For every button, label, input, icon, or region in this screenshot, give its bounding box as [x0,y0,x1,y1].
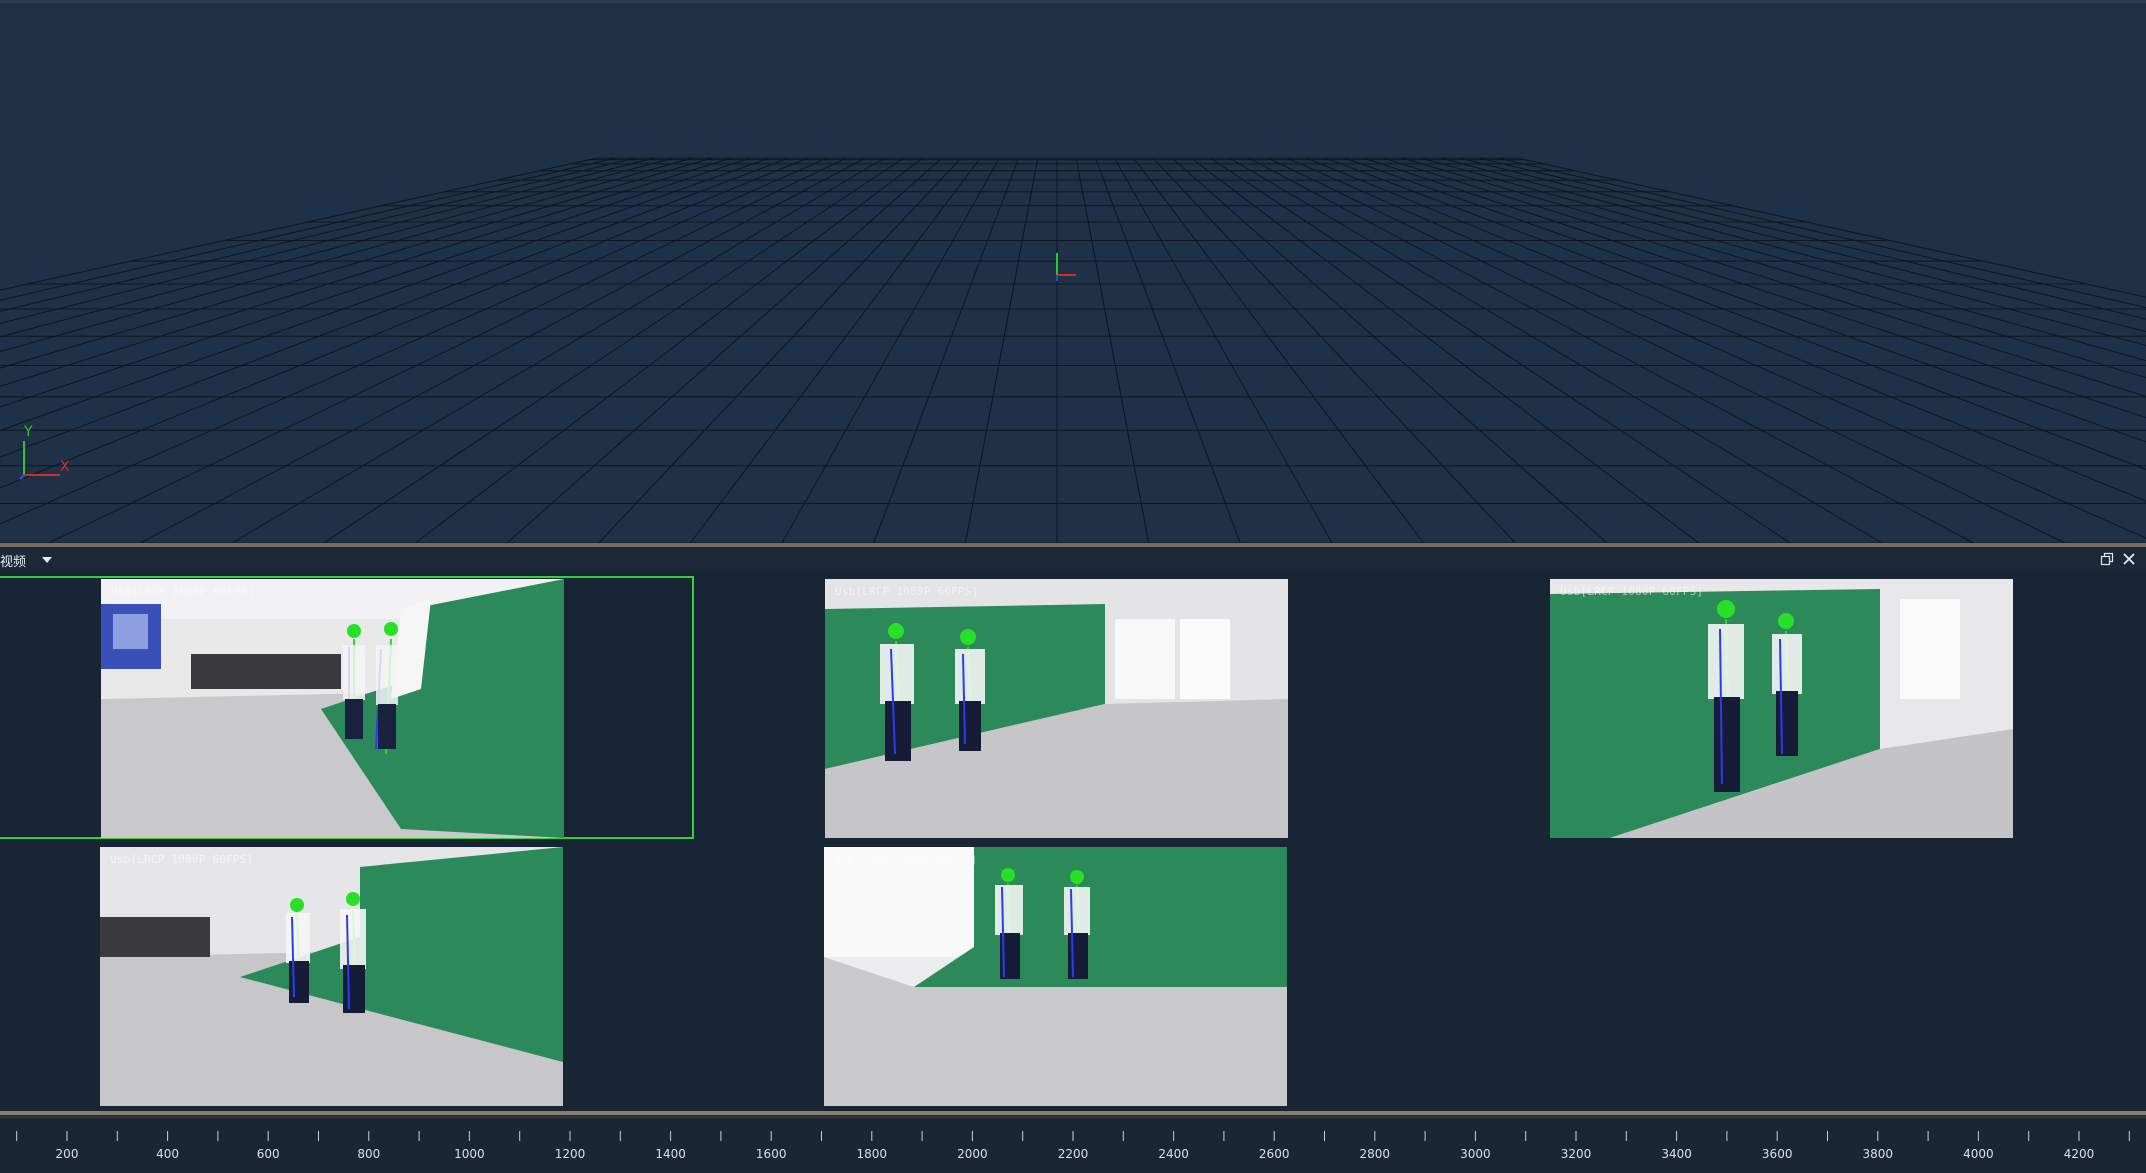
camera-view-5[interactable]: Usb[LRCP 1080P 60FPS] [824,847,1287,1106]
timeline-tick-label: 400 [156,1147,179,1161]
restore-window-icon[interactable] [2100,552,2114,566]
camera-image [1550,579,2013,838]
camera-image [100,847,563,1106]
timeline-tick-label: 2400 [1158,1147,1189,1161]
timeline-tick-label: 2800 [1360,1147,1391,1161]
timeline-tick-label: 3000 [1460,1147,1491,1161]
timeline-ticks: 200 400 600 800 1000 1200 1400 1600 1800 2000 2200… [0,1116,2146,1161]
timeline-tick-label: 1200 [555,1147,586,1161]
timeline-tick-label: 2000 [957,1147,988,1161]
timeline-tick-label: 2600 [1259,1147,1290,1161]
camera-image [825,579,1288,838]
panel-title: 视频 [0,555,27,570]
timeline-tick-label: 200 [56,1147,79,1161]
camera-view-2[interactable]: Usb[LRCP 1080P 60FPS] [825,579,1288,838]
3d-viewport[interactable]: Y X [0,0,2146,543]
timeline-tick-label: 600 [257,1147,280,1161]
timeline-tick-label: 4200 [2064,1147,2095,1161]
timeline-tick-label: 1000 [454,1147,485,1161]
camera-label: Usb[LRCP 1080P 60FPS] [1560,585,1704,598]
timeline-tick-label: 3800 [1863,1147,1894,1161]
video-panel: 视频 Usb[LRCP 1080P 60FPS] Usb[LRCP 1080P … [0,547,2146,1112]
timeline-tick-label: 3200 [1561,1147,1592,1161]
timeline-tick-label: 4000 [1963,1147,1994,1161]
chevron-down-icon[interactable] [40,554,54,566]
close-icon[interactable] [2121,551,2137,567]
camera-view-3[interactable]: Usb[LRCP 1080P 60FPS] [1550,579,2013,838]
motion-capture-app: Y X 视频 Usb[LRCP 1080P 60FPS] Usb[LRCP 10… [0,0,2146,1173]
axis-gizmo: Y X [18,424,70,481]
timeline-tick-label: 2200 [1058,1147,1089,1161]
camera-image [824,847,1287,1106]
camera-label: Usb[LRCP 1080P 60FPS] [834,853,978,866]
camera-view-4[interactable]: Usb[LRCP 1080P 60FPS] [100,847,563,1106]
y-axis-label: Y [23,424,33,440]
timeline-tick-label: 3400 [1661,1147,1692,1161]
origin-gizmo [1056,253,1076,281]
camera-image [101,579,564,838]
camera-label: Usb[LRCP 1080P 60FPS] [111,585,255,598]
panel-header: 视频 [0,547,2146,571]
timeline-tick-label: 3600 [1762,1147,1793,1161]
camera-label: Usb[LRCP 1080P 60FPS] [110,853,254,866]
timeline-tick-label: 800 [357,1147,380,1161]
timeline-ruler[interactable]: 200 400 600 800 1000 1200 1400 1600 1800 2000 2200… [0,1115,2146,1173]
timeline-tick-label: 1400 [655,1147,686,1161]
x-axis-label: X [60,459,70,475]
camera-label: Usb[LRCP 1080P 60FPS] [835,585,979,598]
camera-view-1[interactable]: Usb[LRCP 1080P 60FPS] [101,579,564,838]
timeline-tick-label: 1800 [857,1147,888,1161]
timeline-tick-label: 1600 [756,1147,787,1161]
